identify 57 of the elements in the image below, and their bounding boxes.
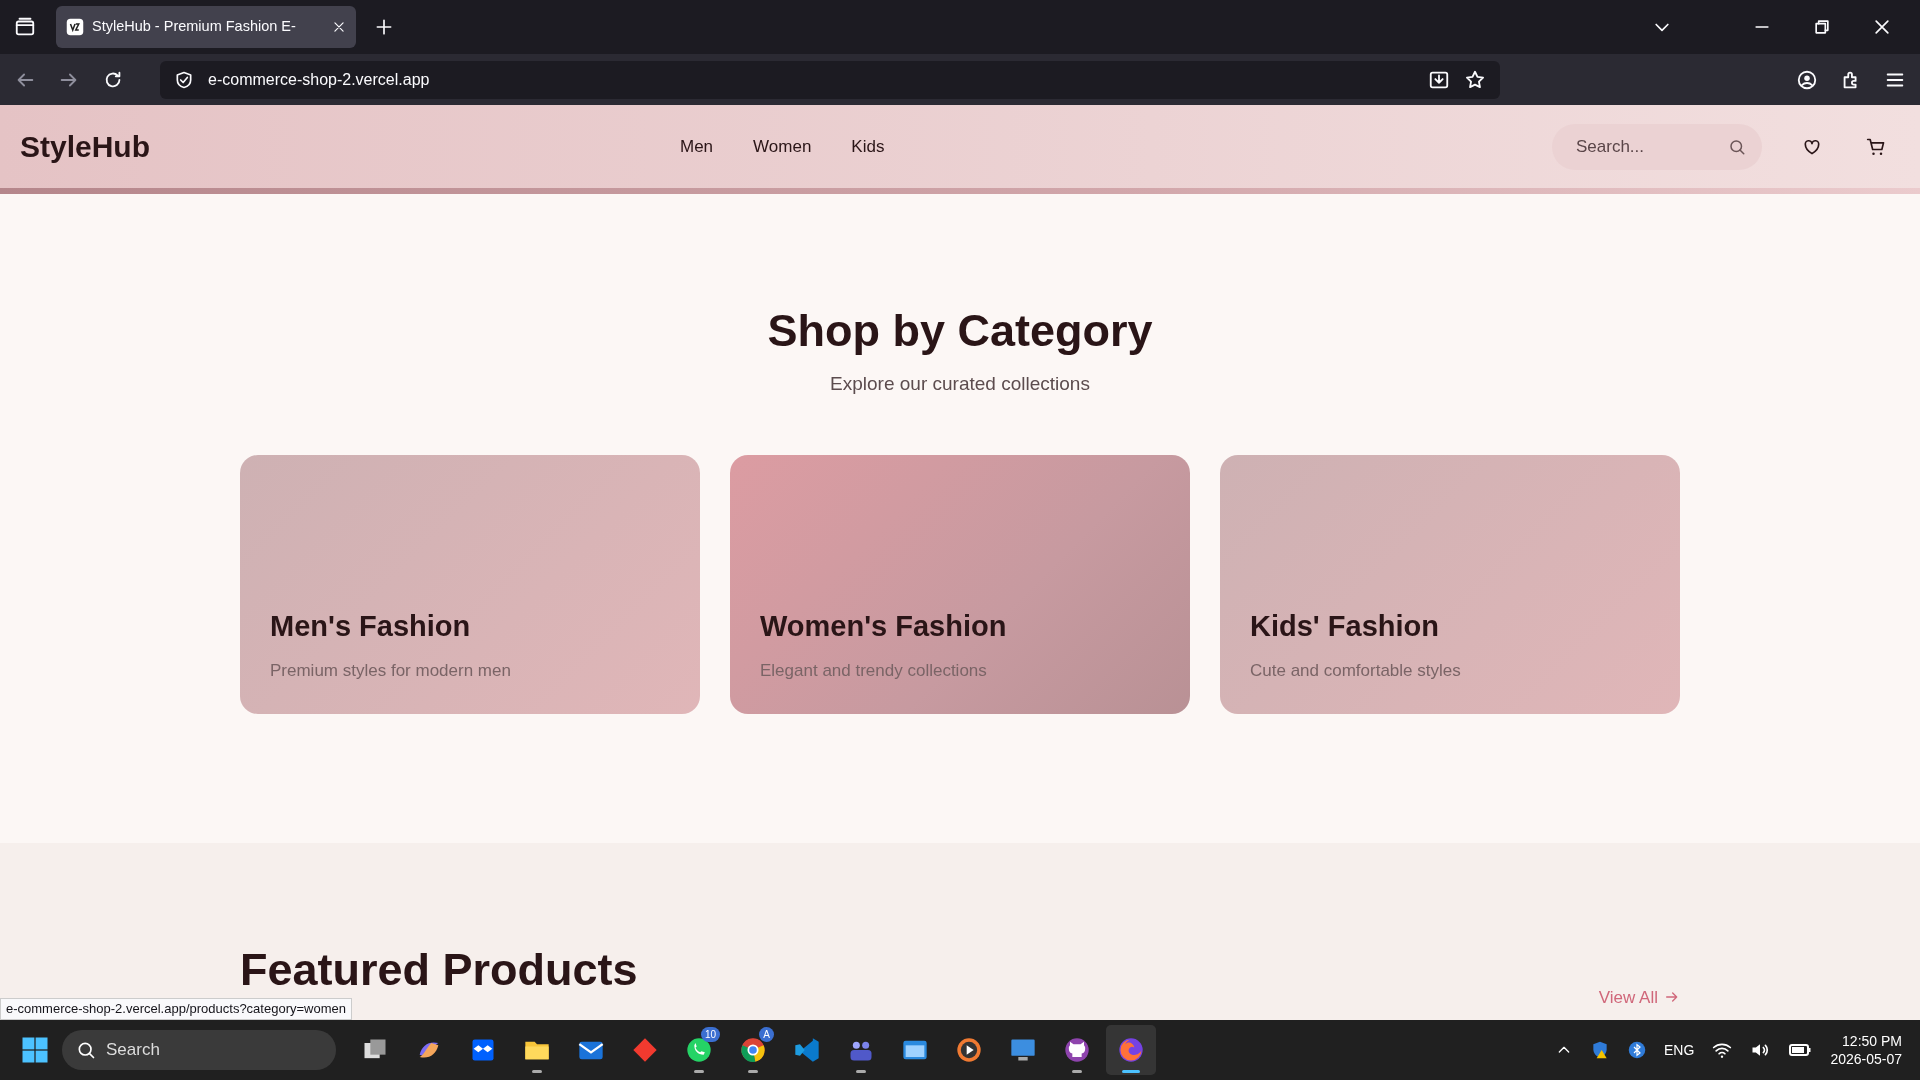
cat-icon [1063,1036,1091,1064]
nav-link[interactable]: Men [660,133,734,160]
star-icon[interactable] [1464,68,1486,91]
category-card[interactable]: Kids' Fashion Cute and comfortable styles [1220,454,1680,714]
category-card[interactable]: Men's Fashion Premium styles for modern men [240,454,700,714]
close-icon[interactable] [1872,17,1892,37]
running-indicator [1072,1070,1082,1073]
card-title: Women's Fashion [760,609,1008,644]
section-subtitle: Explore our curated collections [830,372,1090,396]
shield-icon [174,69,194,90]
running-indicator [748,1070,758,1073]
new-tab-icon[interactable] [374,17,394,37]
card-title: Men's Fashion [270,609,472,644]
clock-date[interactable]: 2026-05-07 [1830,1050,1902,1069]
nav-link[interactable]: Kids [831,133,905,160]
card-description: Cute and comfortable styles [1250,660,1462,682]
chat-icon [685,1036,713,1064]
site-logo[interactable]: StyleHub [20,124,660,169]
card-title: Kids' Fashion [1250,609,1440,644]
running-indicator [856,1070,866,1073]
diamond-icon [631,1036,659,1064]
browser-tab[interactable]: StyleHub - Premium Fashion E- [56,6,356,48]
address-bar[interactable]: e-commerce-shop-2.vercel.app [160,60,1500,99]
restore-icon[interactable] [1812,17,1832,37]
tab-title: StyleHub - Premium Fashion E- [92,17,297,37]
url-text: e-commerce-shop-2.vercel.app [208,69,430,90]
fox-browser-icon [1117,1036,1145,1064]
play-icon [955,1036,983,1064]
search-icon [76,1040,96,1060]
code-editor-icon [793,1036,821,1064]
taskbar-app[interactable]: 10 [674,1025,724,1075]
bluetooth-icon[interactable] [1628,1041,1647,1059]
section-heading: Shop by Category [767,304,1153,358]
status-url: e-commerce-shop-2.vercel.app/products?category=women [0,998,352,1020]
language-indicator[interactable]: ENG [1664,1039,1695,1061]
cart-icon[interactable] [1866,136,1886,157]
category-card[interactable]: Women's Fashion Elegant and trendy collections [730,454,1190,714]
running-indicator [694,1070,704,1073]
account-icon[interactable] [1796,68,1818,91]
search-icon[interactable] [1728,137,1746,156]
notification-badge: A [759,1027,774,1042]
close-icon[interactable] [332,20,346,34]
taskbar-app[interactable]: A [728,1025,778,1075]
windows-start-icon[interactable] [20,1035,50,1065]
running-indicator [1122,1070,1140,1073]
nav-link[interactable]: Women [733,133,832,160]
card-description: Elegant and trendy collections [760,660,988,682]
search-field[interactable]: Search... [1552,123,1762,170]
tab-list-icon[interactable] [14,16,36,38]
notification-badge: 10 [700,1027,720,1042]
browser-icon [739,1036,767,1064]
site-favicon-icon [66,18,84,36]
card-description: Premium styles for modern men [270,660,512,682]
section-heading: Featured Products [240,947,638,992]
running-indicator [532,1070,542,1073]
taskbar-search-field[interactable]: Search [62,1030,336,1070]
clock-time[interactable]: 12:50 PM [1830,1031,1902,1050]
